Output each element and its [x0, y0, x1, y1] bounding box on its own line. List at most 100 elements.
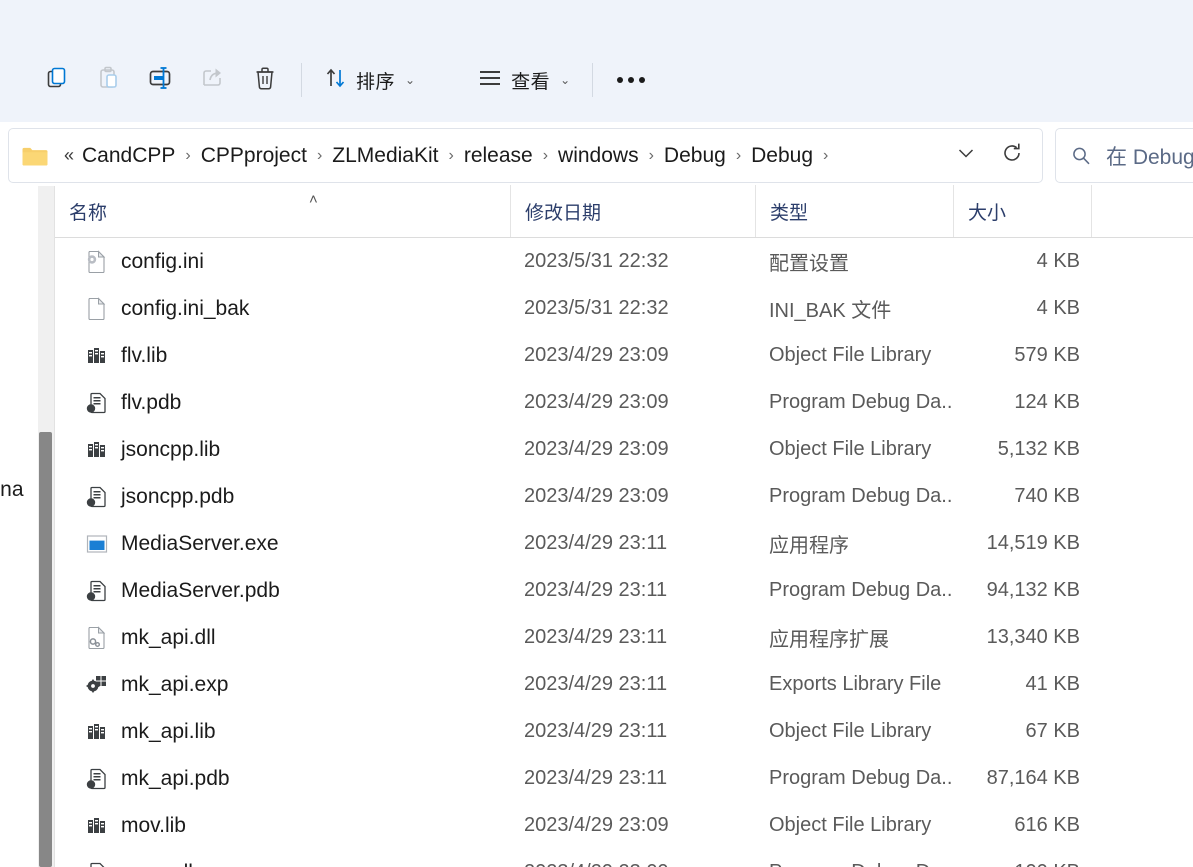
- column-header-size[interactable]: 大小: [953, 185, 1091, 237]
- file-name-label: jsoncpp.lib: [121, 437, 221, 461]
- share-icon: [200, 65, 226, 96]
- breadcrumb-separator-icon[interactable]: ›: [178, 147, 197, 165]
- table-row[interactable]: mk_api.lib 2023/4/29 23:11 Object File Lib…: [55, 708, 1193, 755]
- search-icon: [1070, 145, 1092, 167]
- toolbar-divider-2: [592, 63, 594, 97]
- breadcrumb-item-release[interactable]: release: [461, 142, 536, 170]
- column-header-name[interactable]: 名称 ˄: [55, 185, 510, 237]
- breadcrumb-item-cppproject[interactable]: CPPproject: [198, 142, 310, 170]
- file-name-cell[interactable]: flv.lib: [55, 344, 510, 368]
- pdb-file-icon: [86, 485, 108, 509]
- pdb-file-icon: [86, 391, 108, 415]
- breadcrumb-item-debug-2[interactable]: Debug: [748, 142, 816, 170]
- file-name-cell[interactable]: config.ini: [55, 250, 510, 274]
- file-name-cell[interactable]: jsoncpp.lib: [55, 438, 510, 462]
- column-header-date-modified[interactable]: 修改日期: [510, 185, 755, 237]
- nav-item-personal[interactable]: sona: [0, 478, 24, 502]
- file-type-cell: Object File Library: [769, 438, 932, 460]
- file-name-label: mk_api.pdb: [121, 766, 230, 790]
- table-row[interactable]: config.ini 2023/5/31 22:32 配置设置 4 KB: [55, 238, 1193, 285]
- breadcrumb-separator-icon[interactable]: ›: [536, 147, 555, 165]
- table-row[interactable]: flv.pdb 2023/4/29 23:09 Program Debug Da..…: [55, 379, 1193, 426]
- file-date-cell: 2023/4/29 23:09: [524, 485, 669, 507]
- address-bar[interactable]: « CandCPP › CPPproject › ZLMediaKit › re…: [8, 128, 1043, 183]
- file-name-cell[interactable]: MediaServer.exe: [55, 532, 510, 556]
- column-header-type-label: 类型: [770, 202, 809, 224]
- chevron-down-icon: ⌄: [560, 73, 571, 87]
- file-date-cell: 2023/4/29 23:11: [524, 532, 668, 554]
- breadcrumb-separator-icon[interactable]: ›: [642, 147, 661, 165]
- file-name-cell[interactable]: flv.pdb: [55, 391, 510, 415]
- file-name-cell[interactable]: MediaServer.pdb: [55, 579, 510, 603]
- folder-icon: [21, 144, 49, 168]
- table-row[interactable]: config.ini_bak 2023/5/31 22:32 INI_BAK 文件 4…: [55, 285, 1193, 332]
- breadcrumb-separator-icon[interactable]: ›: [310, 147, 329, 165]
- search-input[interactable]: 在 Debug: [1106, 141, 1193, 171]
- table-row[interactable]: mk_api.dll 2023/4/29 23:11 应用程序扩展 13,340 KB: [55, 614, 1193, 661]
- search-box[interactable]: 在 Debug: [1055, 128, 1193, 183]
- file-type-cell: Program Debug Da...: [769, 391, 953, 413]
- file-date-cell: 2023/4/29 23:09: [524, 814, 669, 836]
- file-type-cell: Object File Library: [769, 814, 932, 836]
- column-header-type[interactable]: 类型: [755, 185, 953, 237]
- exp-file-icon: [86, 673, 108, 697]
- file-size-cell: 100 KB: [953, 861, 1091, 867]
- file-name-cell[interactable]: jsoncpp.pdb: [55, 485, 510, 509]
- file-name-label: config.ini_bak: [121, 296, 250, 320]
- file-name-label: jsoncpp.pdb: [121, 484, 235, 508]
- breadcrumb-item-windows[interactable]: windows: [555, 142, 642, 170]
- table-row[interactable]: mov.pdb 2023/4/29 23:09Program Debug Da..…: [55, 849, 1193, 867]
- file-size-cell: 41 KB: [1025, 673, 1080, 695]
- file-size-cell: 87,164 KB: [986, 767, 1080, 789]
- dll-file-icon: [86, 625, 108, 650]
- table-row[interactable]: mk_api.pdb 2023/4/29 23:11 Program Debug D…: [55, 755, 1193, 802]
- column-headers: 名称 ˄ 修改日期 类型 大小: [55, 185, 1193, 238]
- file-type-cell: Exports Library File: [769, 673, 942, 695]
- file-name-label: MediaServer.exe: [121, 531, 279, 555]
- refresh-button[interactable]: [992, 136, 1032, 176]
- copy-button[interactable]: [31, 60, 83, 100]
- file-name-cell[interactable]: mov.pdb: [55, 861, 510, 867]
- file-name-label: mov.lib: [121, 813, 186, 837]
- sort-button[interactable]: 排序 ⌄: [312, 60, 427, 100]
- file-size-cell: 13,340 KB: [986, 626, 1080, 648]
- file-type-cell: 配置设置: [769, 253, 849, 275]
- breadcrumb-item-candcpp[interactable]: CandCPP: [79, 142, 178, 170]
- nav-scrollbar-thumb[interactable]: [39, 432, 52, 867]
- file-date-cell: 2023/4/29 23:09: [524, 438, 669, 460]
- breadcrumb: « CandCPP › CPPproject › ZLMediaKit › re…: [59, 142, 835, 170]
- breadcrumb-separator-icon[interactable]: ›: [442, 147, 461, 165]
- breadcrumb-overflow[interactable]: «: [59, 145, 79, 166]
- breadcrumb-separator-icon[interactable]: ›: [729, 147, 748, 165]
- file-name-cell[interactable]: mov.lib: [55, 814, 510, 838]
- paste-button[interactable]: [83, 60, 135, 100]
- table-row[interactable]: jsoncpp.lib 2023/4/29 23:09 Object File Li…: [55, 426, 1193, 473]
- table-row[interactable]: mk_api.exp 2023/4/29 23:11 Exports Library…: [55, 661, 1193, 708]
- delete-button[interactable]: [239, 60, 291, 100]
- view-label: 查看: [511, 71, 551, 93]
- table-row[interactable]: flv.lib 2023/4/29 23:09 Object File Librar…: [55, 332, 1193, 379]
- rename-button[interactable]: [135, 60, 187, 100]
- see-more-button[interactable]: [603, 60, 659, 100]
- table-row[interactable]: MediaServer.pdb 2023/4/29 23:11 Program De…: [55, 567, 1193, 614]
- file-name-cell[interactable]: mk_api.lib: [55, 720, 510, 744]
- file-name-cell[interactable]: config.ini_bak: [55, 297, 510, 321]
- share-button[interactable]: [187, 60, 239, 100]
- file-name-cell[interactable]: mk_api.exp: [55, 673, 510, 697]
- file-size-cell: 740 KB: [1014, 485, 1080, 507]
- table-row[interactable]: jsoncpp.pdb 2023/4/29 23:09 Program Debug …: [55, 473, 1193, 520]
- breadcrumb-item-debug-1[interactable]: Debug: [661, 142, 729, 170]
- sort-label: 排序: [356, 71, 396, 93]
- file-date-cell: 2023/4/29 23:11: [524, 579, 668, 601]
- breadcrumb-separator-icon[interactable]: ›: [816, 147, 835, 165]
- previous-locations-button[interactable]: [946, 136, 986, 176]
- pdb-file-icon: [86, 767, 108, 791]
- breadcrumb-item-zlmediakit[interactable]: ZLMediaKit: [329, 142, 441, 170]
- table-row[interactable]: mov.lib 2023/4/29 23:09 Object File Librar…: [55, 802, 1193, 849]
- file-name-cell[interactable]: mk_api.dll: [55, 626, 510, 650]
- sort-ascending-icon: ˄: [309, 191, 318, 208]
- column-header-name-label: 名称: [69, 202, 108, 224]
- table-row[interactable]: MediaServer.exe 2023/4/29 23:11 应用程序 14,519…: [55, 520, 1193, 567]
- view-button[interactable]: 查看 ⌄: [465, 60, 582, 100]
- file-name-cell[interactable]: mk_api.pdb: [55, 767, 510, 791]
